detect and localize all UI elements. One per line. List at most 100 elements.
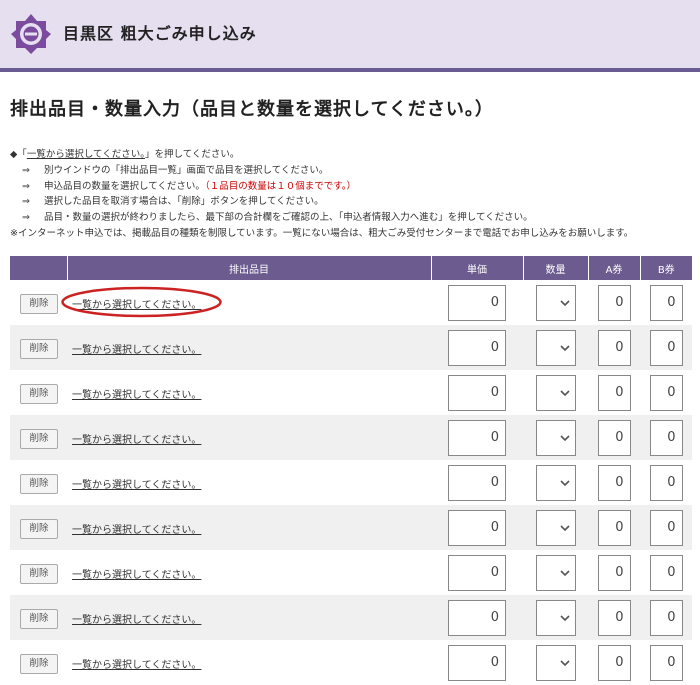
delete-button[interactable]: 削除 [20,519,58,539]
table-header-row: 排出品目 単価 数量 A券 B券 [10,256,692,280]
quantity-cell [523,505,588,550]
chevron-down-icon [559,434,570,441]
delete-cell: 削除 [10,325,67,370]
price-cell: 0 [431,460,523,505]
site-header: 目黒区 粗大ごみ申し込み [0,0,700,72]
quantity-select[interactable] [535,509,576,546]
select-item-link[interactable]: 一覧から選択してください。 [72,525,201,536]
delete-button[interactable]: 削除 [20,384,58,404]
item-cell: 一覧から選択してください。 [67,460,431,505]
quantity-cell [523,595,588,640]
delete-button[interactable]: 削除 [20,339,58,359]
table-row: 削除 一覧から選択してください。 0 0 0 [10,550,692,595]
select-item-link[interactable]: 一覧から選択してください。 [72,615,201,626]
b-ticket-cell: 0 [640,415,692,460]
unit-price-field: 0 [448,419,506,456]
select-item-link[interactable]: 一覧から選択してください。 [72,435,201,446]
item-cell: 一覧から選択してください。 [67,280,431,325]
b-ticket-cell: 0 [640,280,692,325]
b-ticket-cell: 0 [640,640,692,685]
b-ticket-field: 0 [649,329,683,366]
site-title: 目黒区 粗大ごみ申し込み [63,24,257,43]
quantity-select[interactable] [535,464,576,501]
instruction-text: 申込品目の数量を選択してください。 [44,180,205,192]
item-cell: 一覧から選択してください。 [67,370,431,415]
instructions: ◆「一覧から選択してください。」を押してください。 ⇒ 別ウインドウの「排出品目一… [10,147,695,242]
a-ticket-cell: 0 [588,325,640,370]
b-ticket-field: 0 [649,464,683,501]
quantity-select[interactable] [535,644,576,681]
instruction-text: 品目・数量の選択が終わりましたら、最下部の合計欄をご確認の上、「申込者情報入力へ… [44,212,533,224]
delete-button[interactable]: 削除 [20,609,58,629]
delete-button[interactable]: 削除 [20,564,58,584]
item-cell: 一覧から選択してください。 [67,325,431,370]
delete-button[interactable]: 削除 [20,294,58,314]
select-item-link[interactable]: 一覧から選択してください。 [72,480,201,491]
quantity-select[interactable] [535,599,576,636]
chevron-down-icon [559,569,570,576]
meguro-ward-emblem-icon [11,14,51,54]
quantity-limit-warning: （１品目の数量は１０個までです。） [204,180,356,192]
quantity-select[interactable] [535,329,576,366]
b-ticket-cell: 0 [640,325,692,370]
quantity-cell [523,415,588,460]
instruction-line-4: ⇒ 選択した品目を取消す場合は、「削除」ボタンを押してください。 [10,194,695,210]
select-item-link[interactable]: 一覧から選択してください。 [72,300,201,311]
column-header-price: 単価 [431,256,524,280]
delete-button[interactable]: 削除 [20,429,58,449]
select-item-link[interactable]: 一覧から選択してください。 [72,570,201,581]
a-ticket-field: 0 [597,644,631,681]
table-row: 削除 一覧から選択してください。 0 0 0 [10,460,692,505]
quantity-select[interactable] [535,419,576,456]
unit-price-field: 0 [448,644,506,681]
a-ticket-cell: 0 [588,550,640,595]
chevron-down-icon [559,479,570,486]
chevron-down-icon [559,389,570,396]
table-row: 削除 一覧から選択してください。 0 0 0 [10,415,692,460]
a-ticket-field: 0 [597,554,631,591]
quantity-cell [523,325,588,370]
item-cell: 一覧から選択してください。 [67,505,431,550]
b-ticket-field: 0 [649,509,683,546]
a-ticket-field: 0 [597,284,631,321]
select-item-link[interactable]: 一覧から選択してください。 [72,660,201,671]
arrow-icon: ⇒ [22,180,30,192]
column-header-item: 排出品目 [67,256,432,280]
delete-cell: 削除 [10,505,67,550]
select-item-link[interactable]: 一覧から選択してください。 [72,345,201,356]
column-header-delete [10,256,68,280]
instruction-text: 別ウインドウの「排出品目一覧」画面で品目を選択してください。 [44,164,329,176]
unit-price-field: 0 [448,554,506,591]
b-ticket-cell: 0 [640,460,692,505]
quantity-select[interactable] [535,284,576,321]
instruction-prefix: ◆「 [10,149,27,160]
table-row: 削除 一覧から選択してください。 0 0 0 [10,370,692,415]
unit-price-field: 0 [448,374,506,411]
delete-cell: 削除 [10,595,67,640]
price-cell: 0 [431,595,523,640]
select-from-list-link[interactable]: 一覧から選択してください。 [27,149,145,160]
a-ticket-field: 0 [597,374,631,411]
delete-button[interactable]: 削除 [20,654,58,674]
delete-cell: 削除 [10,460,67,505]
select-item-link[interactable]: 一覧から選択してください。 [72,390,201,401]
chevron-down-icon [559,659,570,666]
a-ticket-cell: 0 [588,640,640,685]
quantity-select[interactable] [535,554,576,591]
delete-cell: 削除 [10,640,67,685]
a-ticket-cell: 0 [588,595,640,640]
unit-price-field: 0 [448,599,506,636]
quantity-select[interactable] [535,374,576,411]
b-ticket-field: 0 [649,419,683,456]
chevron-down-icon [559,524,570,531]
instruction-text: 選択した品目を取消す場合は、「削除」ボタンを押してください。 [44,196,324,208]
quantity-cell [523,280,588,325]
delete-cell: 削除 [10,415,67,460]
delete-button[interactable]: 削除 [20,474,58,494]
b-ticket-field: 0 [649,599,683,636]
a-ticket-cell: 0 [588,505,640,550]
a-ticket-cell: 0 [588,370,640,415]
chevron-down-icon [559,344,570,351]
internet-restriction-note: ※インターネット申込では、掲載品目の種類を制限しています。一覧にない場合は、粗大… [10,227,634,239]
a-ticket-cell: 0 [588,280,640,325]
